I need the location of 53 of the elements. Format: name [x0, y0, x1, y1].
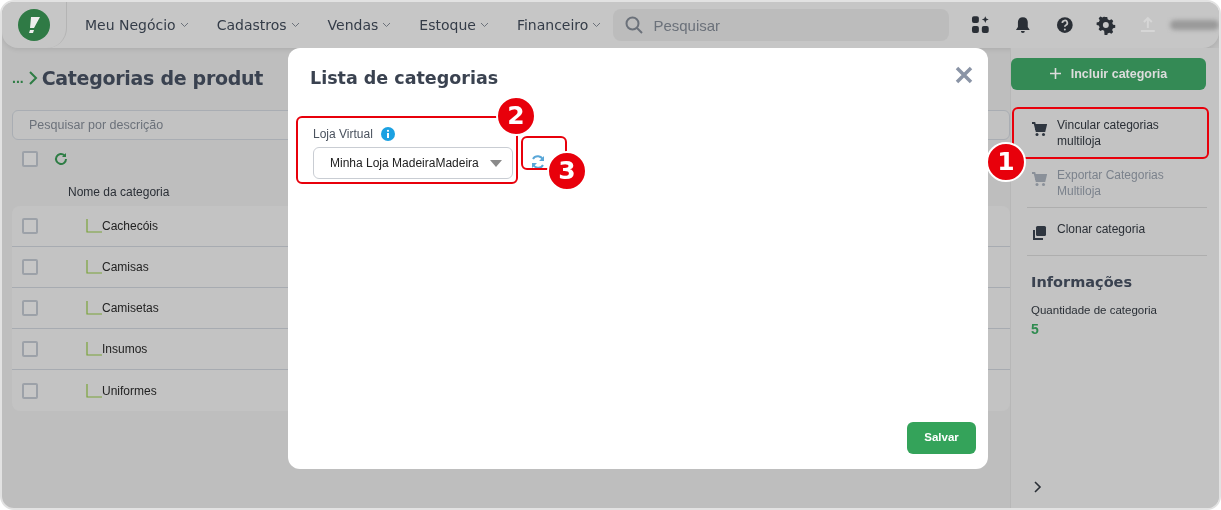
- cart-icon: [1031, 121, 1047, 137]
- chevron-down-icon: [290, 22, 300, 28]
- field-label: Loja Virtual: [313, 126, 373, 143]
- plus-icon: [1049, 67, 1061, 79]
- category-name: Uniformes: [102, 382, 157, 400]
- chevron-down-icon: [179, 22, 189, 28]
- modal-title: Lista de categorias: [310, 68, 499, 89]
- refresh-icon[interactable]: [54, 152, 68, 166]
- info-label: Quantidade de categoria: [1031, 303, 1158, 319]
- tree-branch-icon: [86, 301, 102, 315]
- tree-branch-icon: [86, 219, 102, 233]
- logo-icon[interactable]: [17, 9, 50, 41]
- search-icon: [625, 16, 644, 34]
- copy-icon: [1031, 225, 1047, 242]
- sidebar-action[interactable]: Vincular categorias multiloja: [1027, 108, 1207, 159]
- tree-branch-icon: [86, 260, 102, 274]
- category-name: Cachecóis: [102, 218, 159, 235]
- settings-icon[interactable]: [1096, 15, 1117, 35]
- refresh-button[interactable]: [529, 153, 547, 171]
- chevron-right-icon[interactable]: [1033, 479, 1043, 494]
- tree-branch-icon: [86, 342, 102, 356]
- category-count: 5: [1031, 320, 1040, 340]
- blurred-user-name: [1169, 20, 1219, 30]
- select-all-checkbox[interactable]: [22, 151, 38, 167]
- nav-menu-item[interactable]: Financeiro: [516, 14, 602, 36]
- row-checkbox[interactable]: [22, 300, 38, 316]
- tree-branch-icon: [86, 383, 102, 398]
- caret-down-icon: [490, 159, 502, 167]
- row-checkbox[interactable]: [22, 259, 38, 275]
- row-checkbox[interactable]: [22, 382, 38, 399]
- chevron-right-icon: [27, 70, 38, 86]
- column-header: Nome da categoria: [68, 185, 170, 199]
- apps-icon[interactable]: [971, 15, 992, 35]
- chevron-down-icon: [479, 22, 489, 28]
- cart-icon: [1031, 171, 1047, 188]
- nav-menu-item[interactable]: Vendas: [327, 14, 392, 36]
- nav-menu-item[interactable]: Estoque: [419, 14, 489, 36]
- info-icon[interactable]: [380, 127, 395, 141]
- page-title: Categorias de produt: [41, 65, 264, 91]
- category-name: Camisetas: [102, 300, 159, 317]
- search-field[interactable]: Pesquisar: [613, 9, 950, 41]
- help-icon[interactable]: [1054, 15, 1075, 35]
- row-checkbox[interactable]: [22, 218, 38, 234]
- row-checkbox[interactable]: [22, 341, 38, 357]
- store-dropdown[interactable]: Minha Loja MadeiraMadeira: [313, 147, 513, 179]
- chevron-down-icon: [592, 22, 602, 28]
- nav-menu-item[interactable]: Cadastros: [216, 14, 300, 36]
- sidebar-action[interactable]: Clonar categoria: [1027, 208, 1207, 257]
- category-name: Camisas: [102, 259, 149, 276]
- chevron-down-icon: [382, 22, 392, 28]
- section-heading: Informações: [1031, 273, 1134, 293]
- category-name: Insumos: [102, 341, 148, 358]
- nav-menu-item[interactable]: Meu Negócio: [84, 14, 189, 36]
